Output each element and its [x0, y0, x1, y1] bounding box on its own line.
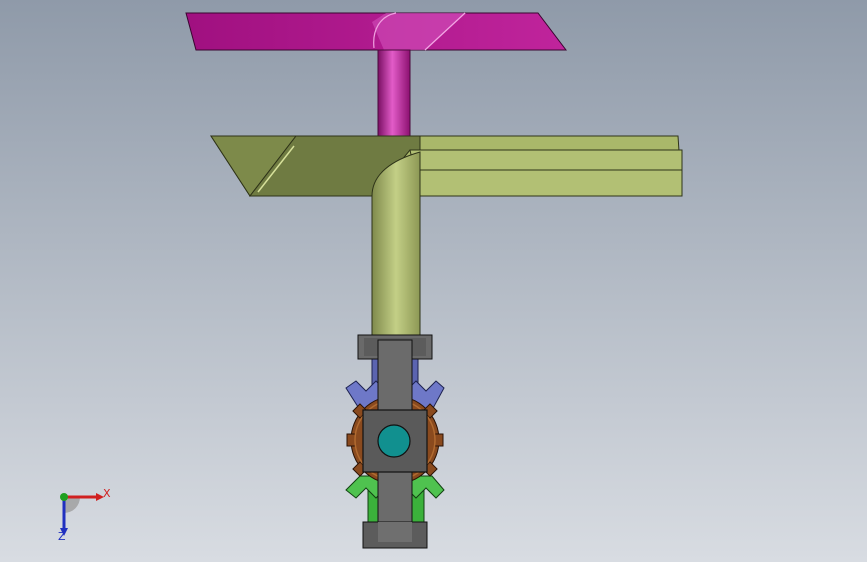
- gearbox-assembly[interactable]: [345, 334, 445, 549]
- upper-blade[interactable]: [185, 12, 568, 51]
- assembly-model[interactable]: [0, 0, 867, 562]
- center-hub[interactable]: [362, 409, 428, 473]
- axis-z-label: Z: [58, 530, 66, 543]
- axis-triad: [60, 493, 104, 536]
- lower-blade[interactable]: [210, 135, 683, 197]
- 3d-viewport[interactable]: X Z: [0, 0, 867, 562]
- lower-shaft[interactable]: [371, 151, 421, 337]
- upper-shaft[interactable]: [377, 49, 411, 138]
- axis-x-label: X: [103, 487, 111, 500]
